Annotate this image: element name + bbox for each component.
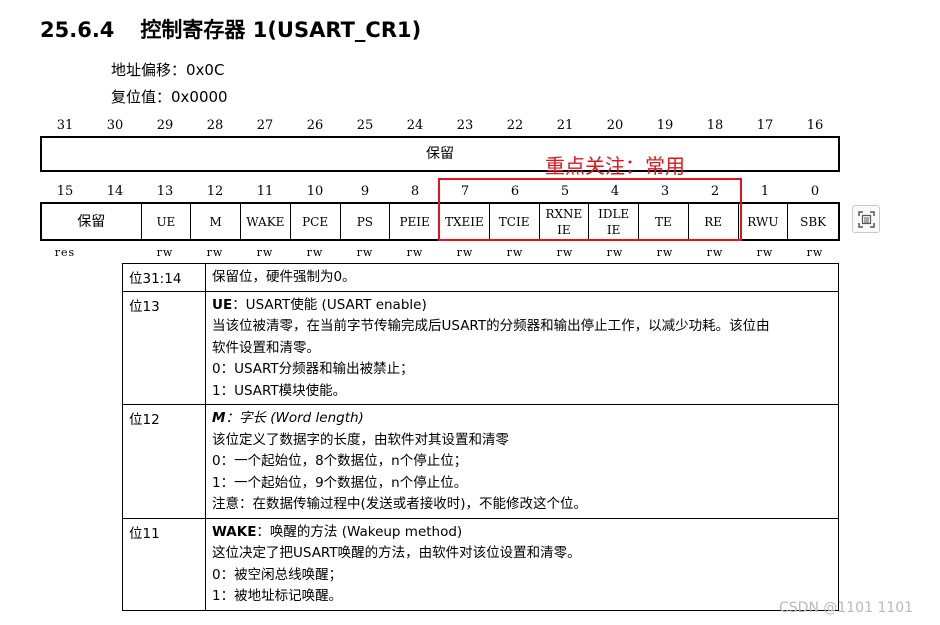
section-title: 25.6.4 控制寄存器 1(USART_CR1): [40, 14, 421, 44]
high-bit-number: 23: [456, 118, 474, 133]
high-bit-number: 16: [806, 118, 824, 133]
ocr-scan-icon-glyph: [858, 211, 875, 228]
access-type: rw: [806, 246, 824, 259]
description-line: 该位定义了数据字的长度，由软件对其设置和清零: [212, 431, 509, 448]
register-field: PEIE: [390, 204, 440, 239]
register-field: UE: [142, 204, 192, 239]
high-bit-number: 25: [356, 118, 374, 133]
register-field: RWU: [739, 204, 789, 239]
register-field: PCE: [291, 204, 341, 239]
description-line: 注意：在数据传输过程中(发送或者接收时)，不能修改这个位。: [212, 496, 588, 512]
low-bit-number: 12: [206, 184, 224, 199]
description-row: 位13 UE：USART使能 (USART enable) 当该位被清零，在当前字节…: [122, 290, 839, 405]
low-bit-number: 11: [256, 184, 274, 199]
access-type: rw: [706, 246, 724, 259]
low-bit-number: 1: [760, 184, 770, 199]
bit-description: 保留位，硬件强制为0。: [205, 263, 839, 292]
high-bit-number: 24: [406, 118, 424, 133]
description-row: 位31:14 保留位，硬件强制为0。: [122, 263, 839, 292]
description-line: 1：被地址标记唤醒。: [212, 588, 343, 604]
description-line: 0：被空闲总线唤醒；: [212, 566, 343, 583]
low-bit-number: 9: [360, 184, 370, 199]
highlight-box: [438, 178, 742, 241]
access-type: rw: [256, 246, 274, 259]
high-bit-number: 30: [106, 118, 124, 133]
access-type: rw: [406, 246, 424, 259]
register-field: PS: [341, 204, 391, 239]
bit-range: 位12: [122, 404, 206, 519]
access-type: rw: [656, 246, 674, 259]
description-line: 0：USART分频器和输出被禁止；: [212, 361, 414, 377]
access-type: rw: [356, 246, 374, 259]
high-bit-number: 26: [306, 118, 324, 133]
access-type: rw: [606, 246, 624, 259]
description-line: 1：一个起始位，9个数据位，n个停止位。: [212, 474, 468, 491]
field-heading: M：字长 (Word length): [212, 408, 832, 430]
field-heading: WAKE：唤醒的方法 (Wakeup method): [212, 522, 832, 544]
section-number: 25.6.4: [40, 18, 115, 42]
high-bit-number: 17: [756, 118, 774, 133]
low-bit-number: 15: [56, 184, 74, 199]
bit-range: 位31:14: [122, 263, 206, 292]
low-bit-number: 10: [306, 184, 324, 199]
high-bit-number: 28: [206, 118, 224, 133]
high-bit-number: 19: [656, 118, 674, 133]
field-name: M: [212, 410, 226, 426]
bit-description-table: 位31:14 保留位，硬件强制为0。 位13 UE：USART使能 (USART en…: [122, 263, 839, 611]
low-bit-number: 13: [156, 184, 174, 199]
register-field: SBK: [800, 214, 827, 229]
high-bit-number: 31: [56, 118, 74, 133]
access-type: rw: [206, 246, 224, 259]
field-name: UE: [212, 296, 233, 313]
watermark: CSDN @1101 1101: [779, 600, 914, 616]
description-line: 1：USART模块使能。: [212, 382, 347, 399]
access-type: res: [54, 246, 76, 259]
description-line: 0：一个起始位，8个数据位，n个停止位；: [212, 453, 468, 469]
reset-value: 复位值：0x0000: [111, 88, 228, 106]
high-bit-number: 20: [606, 118, 624, 133]
register-field: M: [191, 204, 241, 239]
high-bit-number: 18: [706, 118, 724, 133]
access-type: rw: [306, 246, 324, 259]
access-type: rw: [506, 246, 524, 259]
description-line: 这位决定了把USART唤醒的方法，由软件对该位设置和清零。: [212, 545, 581, 561]
description-line: 保留位，硬件强制为0。: [212, 269, 356, 285]
ocr-scan-icon[interactable]: [852, 205, 880, 233]
field-title: ：USART使能 (USART enable): [232, 296, 427, 313]
highlight-annotation: 重点关注：常用: [545, 154, 685, 178]
low-bit-number: 0: [810, 184, 820, 199]
high-bit-number: 27: [256, 118, 274, 133]
low-bit-number: 8: [410, 184, 420, 199]
high-bit-number: 29: [156, 118, 174, 133]
address-offset: 地址偏移：0x0C: [111, 61, 225, 79]
bit-range: 位13: [122, 290, 206, 405]
reserved-high-field: 保留: [426, 146, 454, 162]
section-heading: 控制寄存器 1(USART_CR1): [140, 18, 422, 42]
register-high-row: 保留: [40, 136, 840, 172]
description-line: 当该位被清零，在当前字节传输完成后USART的分频器和输出停止工作，以减少功耗。…: [212, 318, 770, 334]
access-type: rw: [156, 246, 174, 259]
bit-description: M：字长 (Word length) 该位定义了数据字的长度，由软件对其设置和清零…: [205, 404, 839, 519]
access-type: rw: [756, 246, 774, 259]
bit-description: WAKE：唤醒的方法 (Wakeup method) 这位决定了把USART唤醒的…: [205, 517, 839, 611]
field-title: ：唤醒的方法 (Wakeup method): [256, 523, 463, 540]
low-bit-number: 14: [106, 184, 124, 199]
access-type: rw: [556, 246, 574, 259]
high-bit-number: 21: [556, 118, 574, 133]
bit-description: UE：USART使能 (USART enable) 当该位被清零，在当前字节传输完…: [205, 290, 839, 405]
field-heading: UE：USART使能 (USART enable): [212, 295, 832, 317]
field-name: WAKE: [212, 523, 257, 540]
field-title: ：字长 (Word length): [225, 410, 364, 426]
high-bit-number: 22: [506, 118, 524, 133]
register-field: 保留: [42, 204, 142, 239]
register-field: WAKE: [241, 204, 291, 239]
access-type: rw: [456, 246, 474, 259]
description-line: 软件设置和清零。: [212, 339, 320, 356]
description-row: 位12 M：字长 (Word length) 该位定义了数据字的长度，由软件对其设置…: [122, 404, 839, 519]
bit-range: 位11: [122, 517, 206, 611]
description-row: 位11 WAKE：唤醒的方法 (Wakeup method) 这位决定了把USART…: [122, 517, 839, 611]
